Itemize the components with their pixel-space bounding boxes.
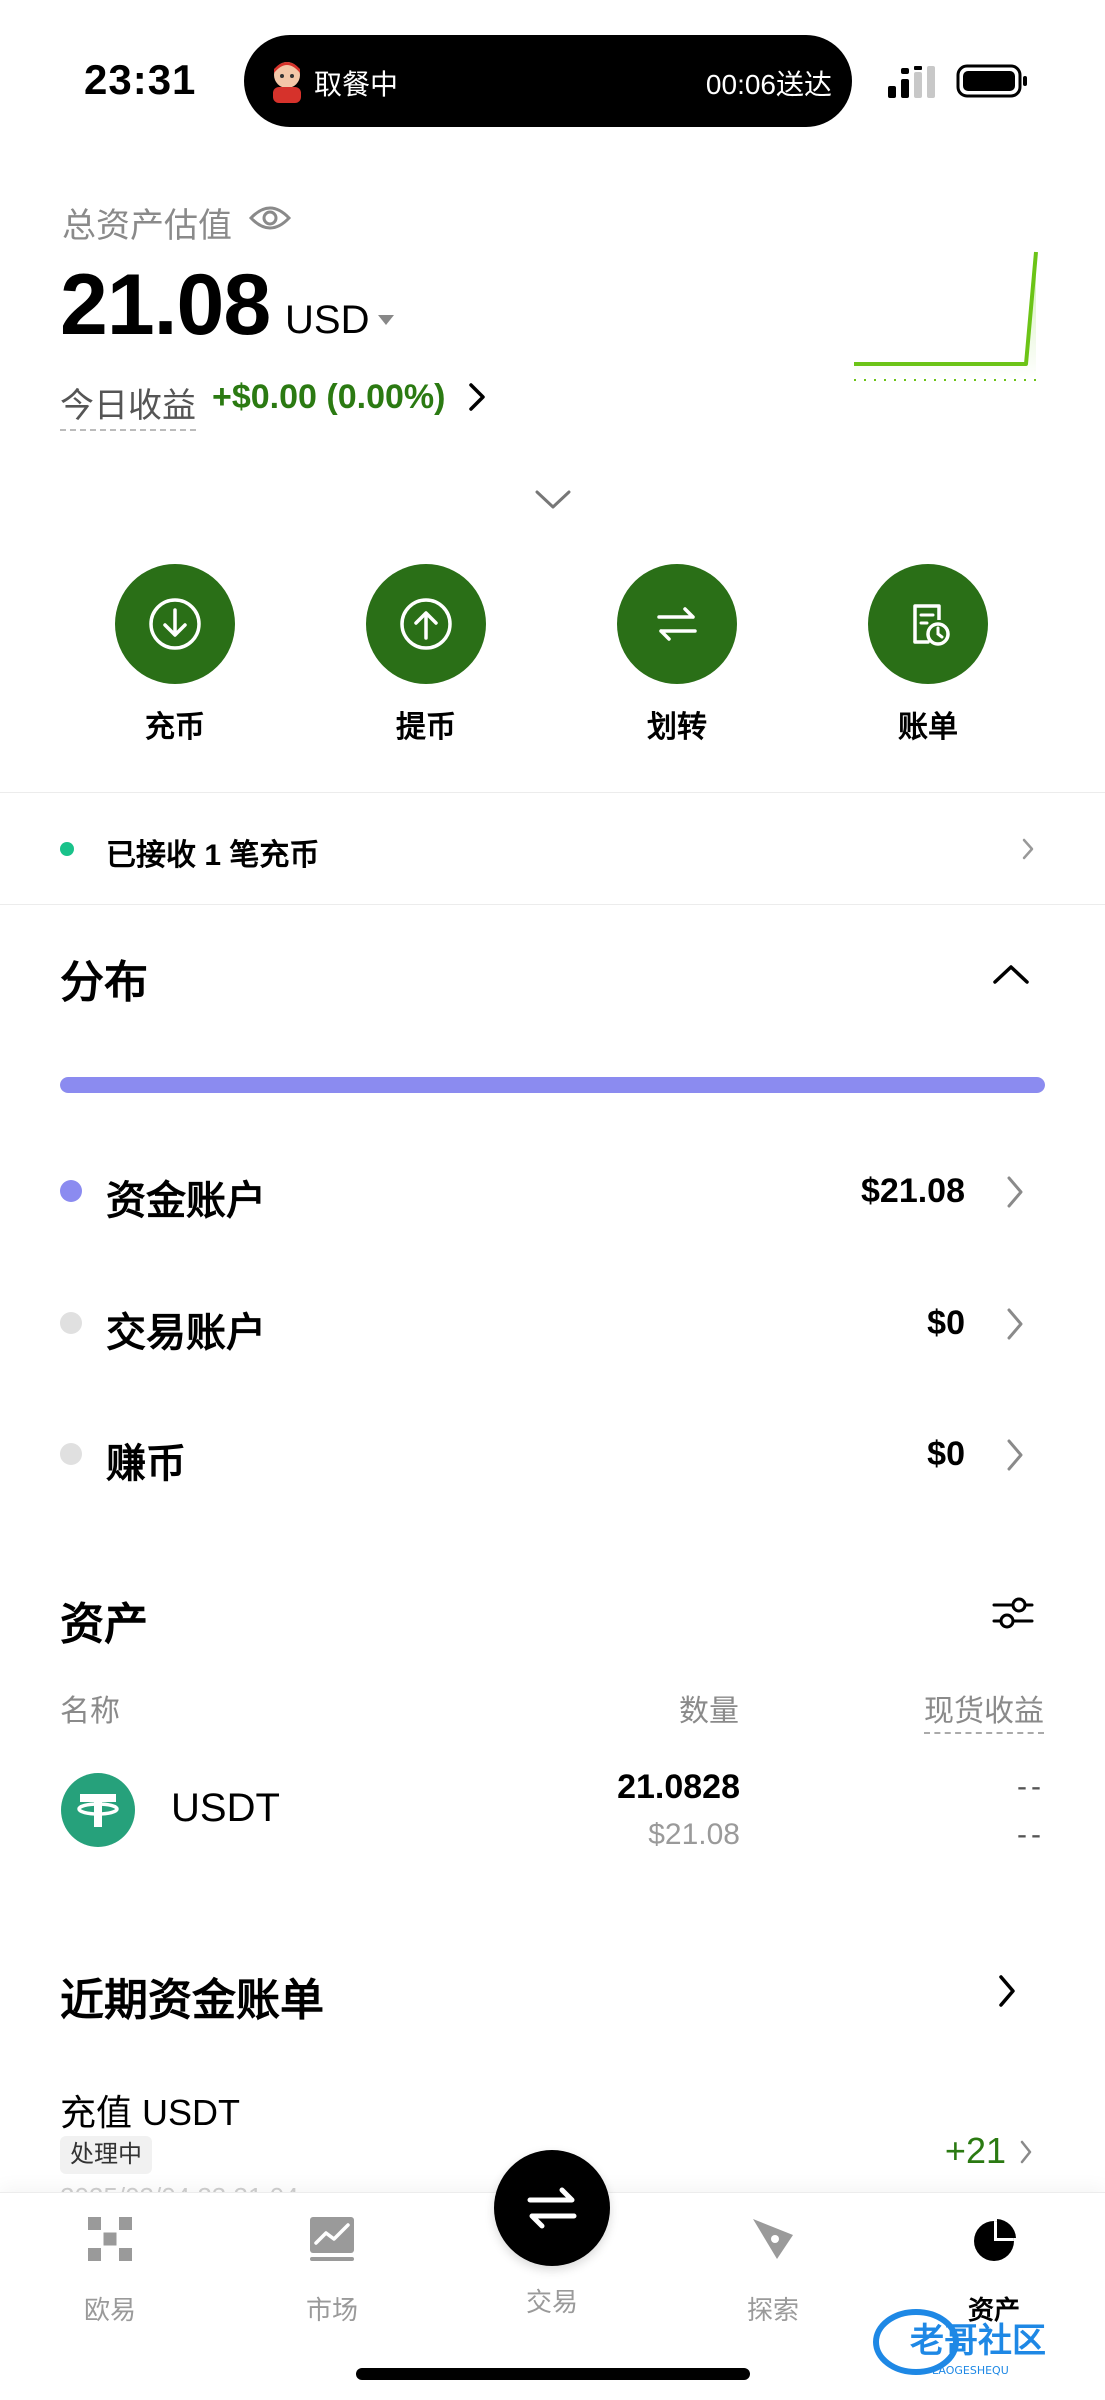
chevron-right-icon[interactable] [1020, 836, 1036, 862]
currency-caret-icon[interactable] [378, 315, 394, 325]
battery-icon [956, 64, 1027, 98]
asset-coin-name: USDT [171, 1786, 280, 1830]
total-balance: 21.08 [60, 257, 271, 353]
currency-selector[interactable]: USD [285, 298, 369, 343]
bill-icon [868, 564, 988, 684]
home-indicator[interactable] [356, 2368, 750, 2380]
funding-account-value: $21.08 [861, 1172, 965, 1210]
trading-account-dot [60, 1312, 82, 1334]
market-chart-icon [310, 2217, 354, 2261]
chevron-right-icon[interactable] [466, 380, 488, 414]
svg-text:LAOGESHEQU: LAOGESHEQU [932, 2364, 1009, 2377]
funding-share-fill [60, 1077, 1045, 1093]
bill-button[interactable]: 账单 [866, 564, 990, 746]
nav-tab-okx[interactable]: 欧易 [40, 2213, 180, 2327]
watermark-logo: 老哥社区 LAOGESHEQU [873, 2309, 1046, 2377]
chevron-right-icon[interactable] [1018, 2138, 1034, 2166]
filter-sliders-icon[interactable] [990, 1590, 1036, 1636]
chevron-right-icon[interactable] [1005, 1174, 1025, 1210]
bill-amount: +21 [944, 2130, 1006, 2171]
earn-dot [60, 1443, 82, 1465]
island-eta: 00:06送达 [705, 69, 832, 100]
eye-icon[interactable] [248, 200, 292, 236]
trading-account-value: $0 [927, 1304, 965, 1342]
nav-tab-explore[interactable]: 探索 [703, 2213, 843, 2327]
bill-status-badge: 处理中 [60, 2136, 152, 2174]
deposit-button[interactable]: 充币 [113, 564, 237, 746]
transfer-button[interactable]: 划转 [615, 564, 739, 746]
recent-bills-title[interactable]: 近期资金账单 [60, 1964, 324, 2028]
deposit-label: 充币 [145, 711, 205, 744]
funding-account-name[interactable]: 资金账户 [106, 1168, 266, 1226]
asset-usd-value: $21.08 [648, 1818, 740, 1851]
deposit-icon [115, 564, 235, 684]
balance-sparkline [854, 251, 1038, 381]
usdt-logo-icon [61, 1773, 135, 1847]
divider [0, 904, 1105, 905]
nav-label: 探索 [746, 2295, 799, 2325]
explore-compass-icon [753, 2219, 793, 2259]
asset-spot-pnl-rate: -- [1017, 1818, 1045, 1851]
cellular-signal-icon [888, 66, 935, 98]
today-pnl-value[interactable]: +$0.00 (0.00%) [212, 378, 445, 417]
trade-button[interactable] [494, 2150, 610, 2266]
chevron-right-icon[interactable] [996, 1972, 1018, 2010]
withdraw-icon [366, 564, 486, 684]
status-dot [60, 842, 74, 856]
earn-value: $0 [927, 1435, 965, 1473]
status-time: 23:31 [84, 56, 197, 103]
nav-label: 欧易 [83, 2295, 136, 2325]
nav-tab-market[interactable]: 市场 [262, 2213, 402, 2327]
bill-title: 充值 USDT [60, 2092, 241, 2133]
trading-account-name[interactable]: 交易账户 [106, 1300, 266, 1358]
transfer-label: 划转 [647, 711, 707, 744]
trade-swap-icon [527, 2187, 577, 2229]
asset-spot-pnl: -- [1017, 1770, 1045, 1803]
chevron-right-icon[interactable] [1005, 1437, 1025, 1473]
column-header-qty: 数量 [679, 1695, 739, 1728]
column-header-pnl[interactable]: 现货收益 [924, 1686, 1044, 1734]
dynamic-island-live-activity[interactable]: 取餐中 00:06送达 [244, 35, 852, 127]
withdraw-label: 提币 [396, 711, 456, 744]
chevron-right-icon[interactable] [1005, 1306, 1025, 1342]
today-pnl-label[interactable]: 今日收益 [60, 378, 196, 431]
island-label: 取餐中 [314, 69, 399, 100]
chevron-up-icon[interactable] [992, 962, 1030, 986]
funding-account-dot [60, 1180, 82, 1202]
divider [0, 792, 1105, 793]
assets-pie-icon [974, 2219, 1016, 2261]
asset-quantity: 21.0828 [617, 1768, 740, 1806]
bill-label: 账单 [898, 711, 958, 744]
column-header-name: 名称 [60, 1695, 120, 1728]
svg-text:老哥社区: 老哥社区 [910, 2321, 1046, 2361]
chevron-down-icon[interactable] [534, 488, 572, 512]
distribution-bar [60, 1077, 1045, 1093]
earn-name[interactable]: 赚币 [106, 1431, 186, 1489]
nav-label: 市场 [305, 2295, 358, 2325]
assets-title: 资产 [60, 1600, 148, 1649]
withdraw-button[interactable]: 提币 [364, 564, 488, 746]
okx-logo-icon [88, 2217, 132, 2261]
distribution-title: 分布 [60, 958, 148, 1007]
transfer-icon [617, 564, 737, 684]
delivery-avatar-icon [273, 62, 301, 103]
trade-label: 交易 [525, 2287, 578, 2317]
total-assets-label: 总资产估值 [62, 207, 232, 245]
deposit-received-notice[interactable]: 已接收 1 笔充币 [106, 830, 319, 874]
